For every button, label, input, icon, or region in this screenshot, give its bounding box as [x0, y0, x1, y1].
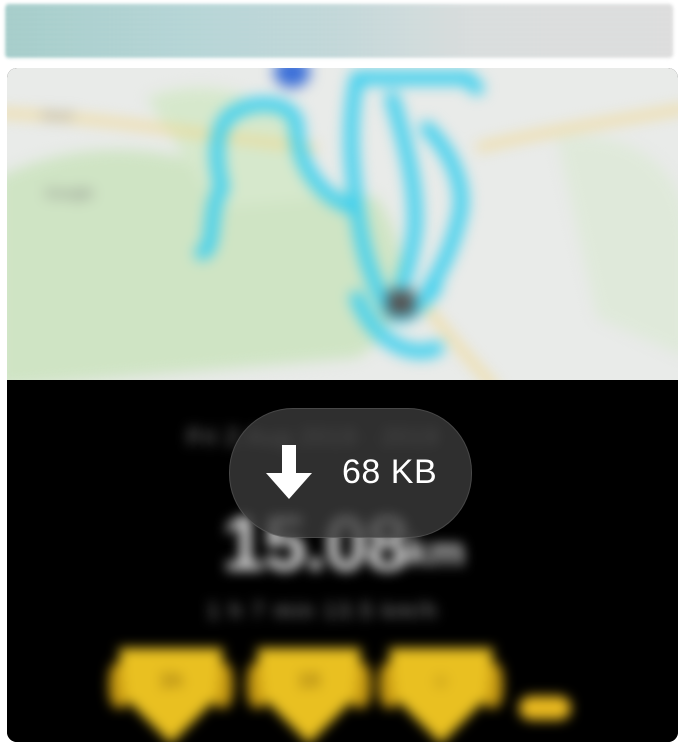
- badge-glyph: 15: [297, 670, 321, 692]
- blurred-header-strip: [5, 4, 673, 58]
- download-size-label: 68 KB: [342, 453, 438, 491]
- achievement-badge: ☺: [379, 642, 503, 742]
- achievement-badge: 1h: [109, 642, 233, 742]
- badge-glyph: 1h: [159, 670, 183, 692]
- download-image-button[interactable]: 68 KB: [229, 408, 472, 538]
- badge-glyph: ☺: [430, 670, 452, 692]
- activity-summary: 1 h 7 min 13.5 km/h: [207, 598, 439, 623]
- map-graphic: Google Nord: [7, 68, 678, 380]
- more-badges-indicator: [519, 696, 571, 720]
- achievement-badge: 15: [247, 642, 371, 742]
- download-arrow-icon: [266, 445, 312, 499]
- svg-text:Google: Google: [45, 185, 93, 202]
- activity-share-card[interactable]: Google Nord Fri 2 Aug 2019 · 2019 15.08 …: [7, 68, 678, 742]
- route-map: Google Nord: [7, 68, 678, 380]
- svg-text:Nord: Nord: [42, 107, 72, 123]
